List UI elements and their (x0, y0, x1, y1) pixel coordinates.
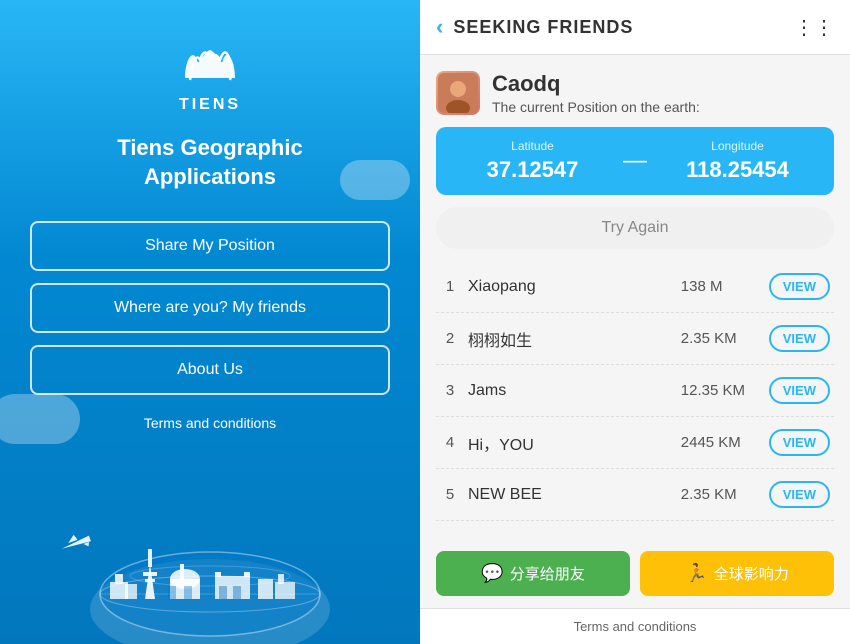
try-again-button[interactable]: Try Again (436, 207, 834, 249)
global-influence-button[interactable]: 🏃 全球影响力 (640, 551, 834, 596)
share-wechat-label: 分享给朋友 (510, 563, 585, 584)
position-label: The current Position on the earth: (492, 99, 700, 115)
logo-text: TIENS (179, 96, 241, 114)
menu-buttons: Share My Position Where are you? My frie… (30, 221, 390, 395)
friend-name: Jams (468, 382, 673, 400)
wechat-icon: 💬 (481, 563, 503, 584)
tiens-logo-icon (175, 40, 245, 90)
friend-distance: 138 M (681, 278, 751, 295)
share-position-button[interactable]: Share My Position (30, 221, 390, 271)
view-button[interactable]: VIEW (769, 273, 830, 300)
friend-item: 2 栩栩如生 2.35 KM VIEW (436, 313, 834, 365)
view-button[interactable]: VIEW (769, 481, 830, 508)
user-section: Caodq The current Position on the earth: (436, 71, 834, 115)
friend-name: Hi，YOU (468, 431, 673, 455)
user-info: Caodq The current Position on the earth: (492, 71, 700, 115)
friend-number: 4 (440, 434, 460, 451)
view-button[interactable]: VIEW (769, 429, 830, 456)
app-title: Tiens GeographicApplications (117, 134, 302, 191)
cloud-decoration-right (340, 160, 410, 200)
friend-item: 4 Hi，YOU 2445 KM VIEW (436, 417, 834, 469)
friend-name: 栩栩如生 (468, 327, 673, 351)
header-title: SEEKING FRIENDS (453, 17, 794, 38)
friend-number: 5 (440, 486, 460, 503)
about-us-button[interactable]: About Us (30, 345, 390, 395)
coord-divider: — (613, 147, 657, 175)
global-label: 全球影响力 (714, 563, 789, 584)
menu-icon[interactable]: ⋮⋮ (794, 15, 834, 40)
latitude-value: 37.12547 (452, 157, 613, 183)
longitude-item: Longitude 118.25454 (657, 139, 818, 183)
logo-container: TIENS (175, 40, 245, 114)
right-content: Caodq The current Position on the earth:… (420, 55, 850, 539)
friend-distance: 2.35 KM (681, 486, 751, 503)
friend-item: 3 Jams 12.35 KM VIEW (436, 365, 834, 417)
back-button[interactable]: ‹ (436, 14, 443, 40)
where-friends-button[interactable]: Where are you? My friends (30, 283, 390, 333)
footer-terms[interactable]: Terms and conditions (574, 619, 697, 634)
left-panel: TIENS Tiens GeographicApplications Share… (0, 0, 420, 644)
bottom-actions: 💬 分享给朋友 🏃 全球影响力 (420, 539, 850, 608)
share-wechat-button[interactable]: 💬 分享给朋友 (436, 551, 630, 596)
view-button[interactable]: VIEW (769, 325, 830, 352)
latitude-item: Latitude 37.12547 (452, 139, 613, 183)
friends-list: 1 Xiaopang 138 M VIEW 2 栩栩如生 2.35 KM VIE… (436, 261, 834, 521)
friend-name: NEW BEE (468, 486, 673, 504)
avatar (436, 71, 480, 115)
view-button[interactable]: VIEW (769, 377, 830, 404)
friend-distance: 2445 KM (681, 434, 751, 451)
coords-box: Latitude 37.12547 — Longitude 118.25454 (436, 127, 834, 195)
friend-item: 1 Xiaopang 138 M VIEW (436, 261, 834, 313)
longitude-label: Longitude (657, 139, 818, 153)
friend-distance: 12.35 KM (681, 382, 751, 399)
user-name: Caodq (492, 71, 700, 97)
friend-number: 2 (440, 330, 460, 347)
friend-name: Xiaopang (468, 278, 673, 296)
right-header: ‹ SEEKING FRIENDS ⋮⋮ (420, 0, 850, 55)
longitude-value: 118.25454 (657, 157, 818, 183)
right-panel: ‹ SEEKING FRIENDS ⋮⋮ Caodq The current P… (420, 0, 850, 644)
friend-number: 1 (440, 278, 460, 295)
latitude-label: Latitude (452, 139, 613, 153)
run-icon: 🏃 (685, 563, 707, 584)
friend-number: 3 (440, 382, 460, 399)
bottom-illustration (0, 424, 420, 644)
friend-item: 5 NEW BEE 2.35 KM VIEW (436, 469, 834, 521)
right-footer: Terms and conditions (420, 608, 850, 644)
friend-distance: 2.35 KM (681, 330, 751, 347)
